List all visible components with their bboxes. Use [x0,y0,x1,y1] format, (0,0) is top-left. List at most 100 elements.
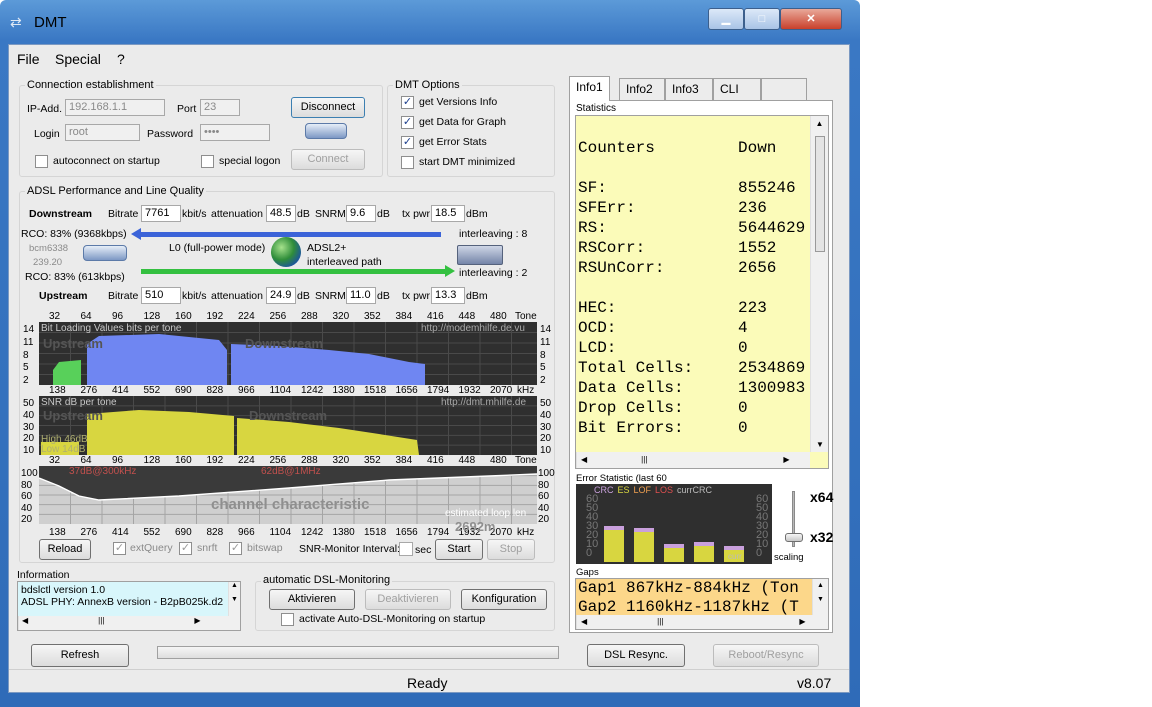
khz-tick: 690 [175,385,192,396]
password-field[interactable]: •••• [200,124,270,141]
tone-tick: 352 [364,455,381,466]
menu-file[interactable]: File [17,51,40,67]
stat-row: OCD: 4 [578,318,810,338]
deactivate-button[interactable]: Deaktivieren [365,589,451,610]
tab-info3[interactable]: Info3 [665,78,713,100]
app-icon: ⇄ [10,14,22,30]
versions-info-checkbox[interactable]: ✓ [401,96,414,109]
tab-blank[interactable] [761,78,807,100]
tone-tick: 448 [458,311,476,322]
channel-ytick: 80 [538,479,550,491]
khz-tick: 1242 [301,527,324,538]
login-field[interactable]: root [65,124,140,141]
tab-cli[interactable]: CLI [713,78,761,100]
snrft-checkbox[interactable]: ✓ [179,542,192,555]
us-att-value: 24.9 [266,287,296,304]
reload-button[interactable]: Reload [39,539,91,560]
stat-name: HEC: [578,299,617,317]
tone-tick: 192 [206,311,224,322]
tone-tick: 64 [80,455,92,466]
dsl-resync-button[interactable]: DSL Resync. [587,644,685,667]
tone-tick: 480 [490,311,507,322]
scaling-label: scaling [774,552,804,563]
data-graph-checkbox[interactable]: ✓ [401,116,414,129]
ds-bitrate-label: Bitrate [108,208,139,220]
snr-ytick: 20 [540,433,552,445]
loop-length-label: estimated loop len [445,508,527,519]
channel-anno-300khz: 37dB@300kHz [69,466,137,477]
bits-ytick: 8 [23,349,29,361]
monitoring-startup-checkbox[interactable] [281,613,294,626]
status-bar: Ready v8.07 [9,669,849,693]
maximize-button[interactable]: □ [744,8,780,30]
password-label: Password [147,128,194,140]
disconnect-button[interactable]: Disconnect [291,97,365,118]
error-stats-checkbox[interactable]: ✓ [401,136,414,149]
information-label: Information [17,569,70,581]
autoconnect-checkbox[interactable] [35,155,48,168]
upstream-arrow-head [445,265,455,277]
extquery-checkbox[interactable]: ✓ [113,542,126,555]
start-button[interactable]: Start [435,539,483,560]
downstream-arrow [139,232,441,237]
stat-row: SFErr: 236 [578,198,810,218]
stat-row: LCD: 0 [578,338,810,358]
tab-info1[interactable]: Info1 [569,76,610,101]
information-vscroll[interactable]: ▲ ▼ [228,582,240,616]
ip-label: IP-Add. [27,103,63,115]
us-bitrate-label: Bitrate [108,290,139,302]
start-minimized-label: start DMT minimized [419,156,516,168]
close-button[interactable]: ✕ [780,8,842,30]
gap-line: Gap2 1160kHz-1187kHz (T [578,598,799,615]
bitswap-checkbox[interactable]: ✓ [229,542,242,555]
port-field[interactable]: 23 [200,99,240,116]
error-stat-chart: CRC ES LOF LOS currCRC 60 50 40 30 20 10 0 60 50 40 3… [576,484,772,564]
minimize-button[interactable]: ▁ [708,8,744,30]
gaps-hscroll[interactable]: ◀ ||| ▶ [576,615,828,629]
tab-info2[interactable]: Info2 [619,78,665,100]
upstream-label: Upstream [39,290,88,302]
adsl-mode: ADSL2+ [307,242,347,254]
snr-interval-field[interactable] [399,542,413,556]
stat-value: 2534869 [738,359,806,377]
configuration-button[interactable]: Konfiguration [461,589,547,610]
channel-anno-1mhz: 62dB@1MHz [261,466,321,477]
snr-ytick: 50 [23,398,35,409]
tone-tick: 160 [175,311,192,322]
khz-tick: 1104 [269,385,292,396]
autoconnect-label: autoconnect on startup [53,155,160,167]
rco-down: RCO: 83% (9368kbps) [21,228,127,240]
statistics-vscroll[interactable]: ▲ ▼ [810,116,828,452]
gaps-text: Gap1 867kHz-884kHz (Ton Gap2 1160kHz-118… [576,579,812,615]
ds-bitrate-unit: kbit/s [182,208,207,220]
tone-tick: 288 [301,311,318,322]
ip-field[interactable]: 192.168.1.1 [65,99,165,116]
rco-up: RCO: 83% (613kbps) [25,271,125,283]
extquery-label: extQuery [130,542,173,554]
stop-button[interactable]: Stop [487,539,535,560]
start-minimized-checkbox[interactable] [401,156,414,169]
channel-ytick: 100 [538,468,555,479]
stat-name: LCD: [578,339,617,357]
connect-button[interactable]: Connect [291,149,365,170]
activate-button[interactable]: Aktivieren [269,589,355,610]
us-snrm-unit: dB [377,290,390,302]
sec-label: sec [415,544,432,556]
statistics-hscroll[interactable]: ◀ ||| ▶ [576,452,810,468]
scale-top: x64 [810,489,834,505]
scaling-slider-thumb[interactable] [785,533,803,542]
refresh-button[interactable]: Refresh [31,644,129,667]
bits-ytick: 11 [23,336,34,348]
reboot-resync-button[interactable]: Reboot/Resync [713,644,819,667]
stat-row: SF: 855246 [578,178,810,198]
menu-special[interactable]: Special [55,51,101,67]
khz-tick: 828 [206,385,224,396]
channel-ytick: 20 [538,514,550,525]
special-logon-checkbox[interactable] [201,155,214,168]
bitswap-label: bitswap [247,542,283,554]
channel-ytick: 100 [21,468,38,479]
tone-tick: 256 [269,311,287,322]
menu-help[interactable]: ? [117,51,125,67]
gaps-vscroll[interactable]: ▲ ▼ [812,579,828,615]
information-hscroll[interactable]: ◀ ||| ▶ [18,616,240,630]
